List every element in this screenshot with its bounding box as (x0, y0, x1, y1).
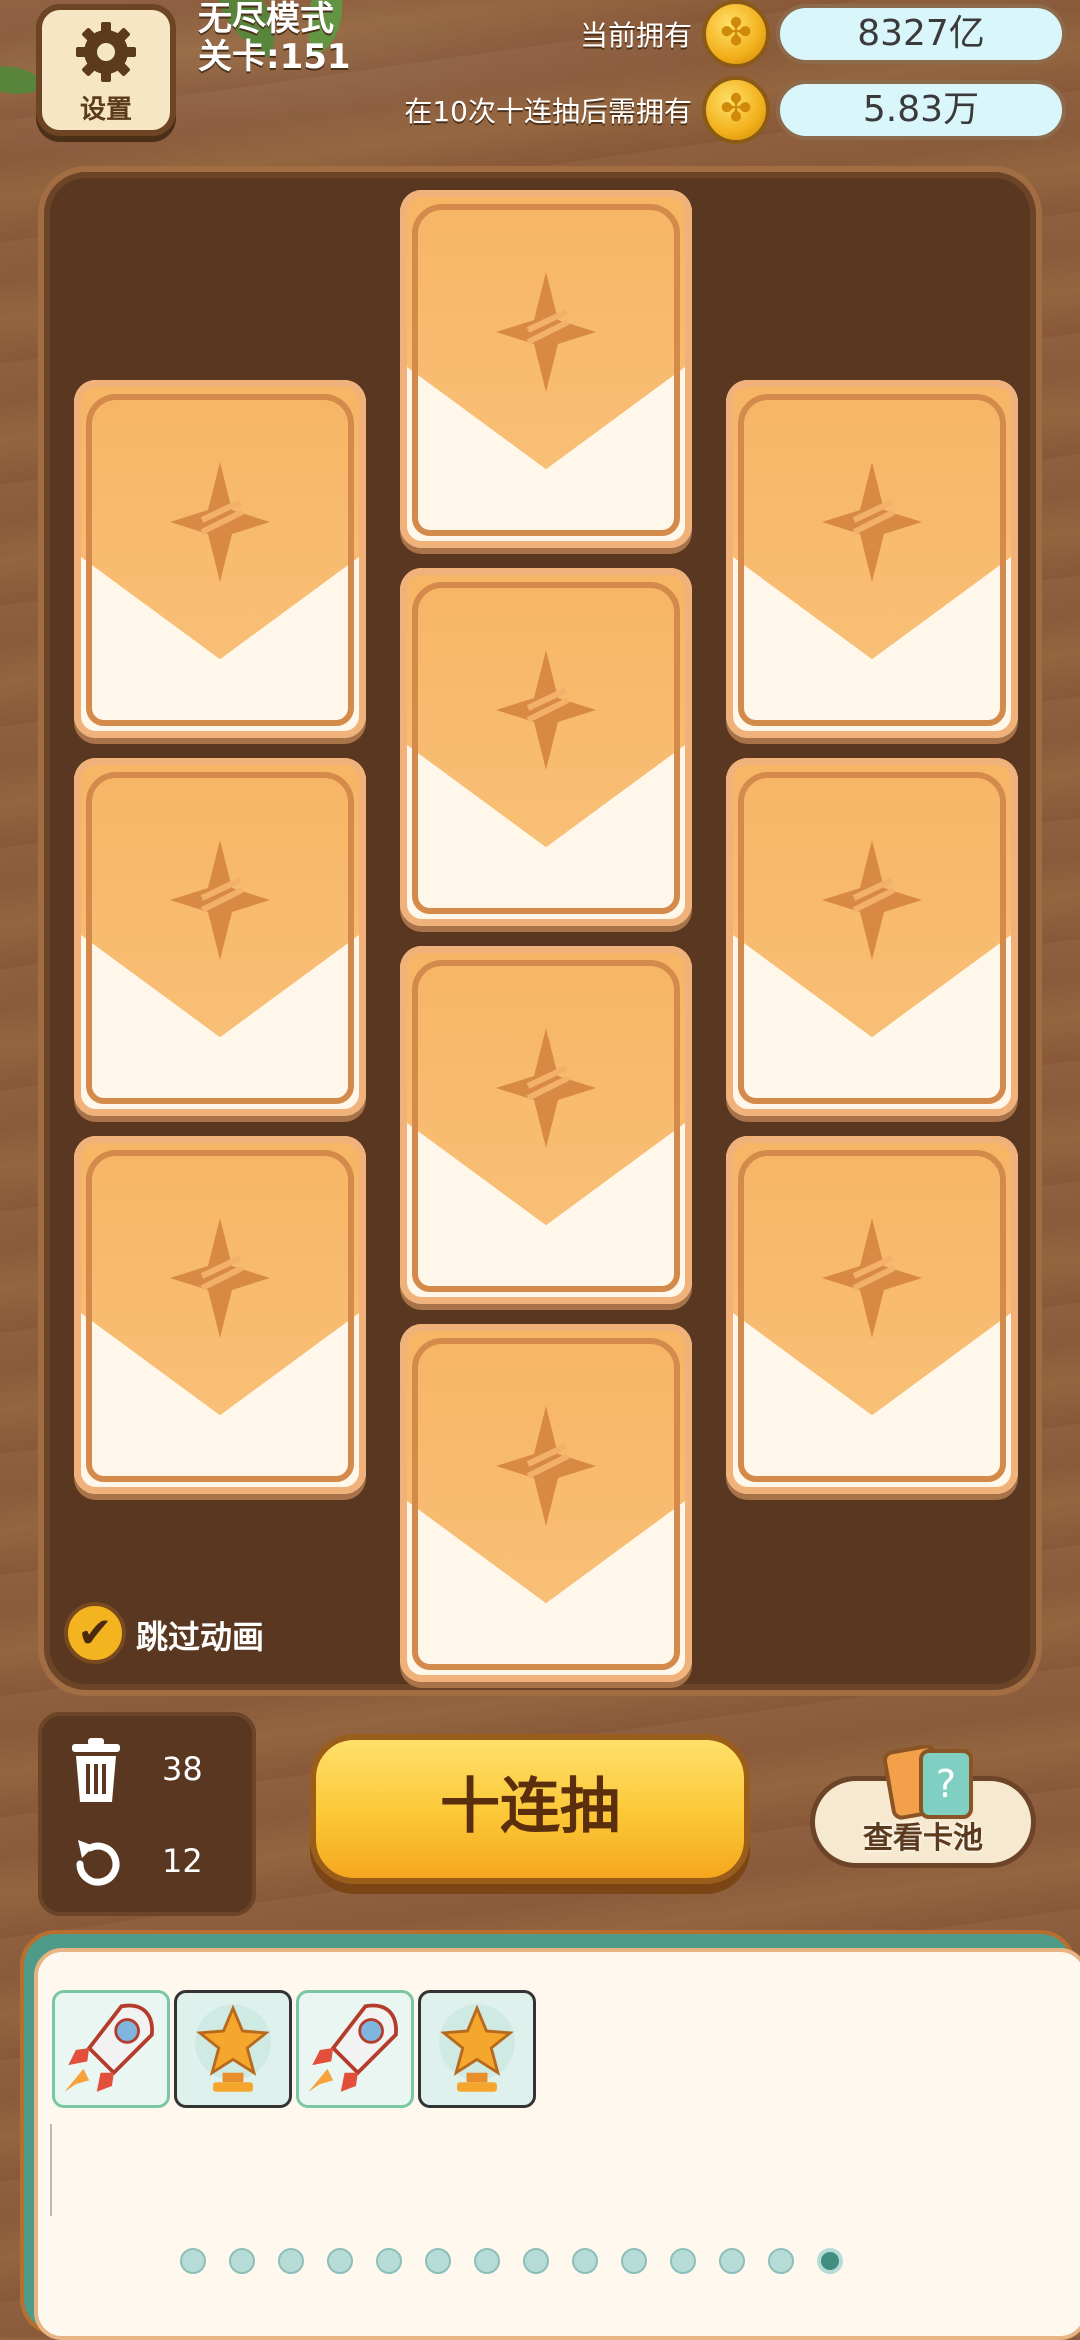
current-coins-value: 8327亿 (776, 4, 1066, 64)
collection-tray (20, 1930, 1080, 2340)
page-dot[interactable] (621, 2248, 647, 2274)
mode-label: 无尽模式 (198, 0, 334, 39)
required-coins-label: 在10次十连抽后需拥有 (404, 95, 692, 128)
star-icon (496, 650, 596, 770)
face-down-card[interactable] (400, 946, 692, 1304)
trash-count: 38 (162, 1750, 203, 1788)
ten-draw-button[interactable]: 十连抽 (310, 1734, 750, 1884)
view-pool-button[interactable]: ? 查看卡池 (810, 1745, 1036, 1868)
face-down-card[interactable] (726, 1136, 1018, 1494)
clover-coin-icon (702, 0, 770, 68)
view-pool-label: 查看卡池 (863, 1821, 983, 1856)
required-coins-value: 5.83万 (776, 80, 1066, 140)
page-dot[interactable] (817, 2248, 843, 2274)
skip-animation-checkbox[interactable]: ✔ (64, 1602, 126, 1664)
page-dot[interactable] (719, 2248, 745, 2274)
face-down-card[interactable] (400, 1324, 692, 1682)
gear-icon (76, 22, 136, 82)
current-coins-label: 当前拥有 (579, 19, 692, 52)
required-coins-row: 在10次十连抽后需拥有 5.83万 (404, 76, 1066, 144)
undo-icon[interactable] (68, 1834, 128, 1894)
settings-button[interactable]: 设置 (36, 4, 176, 136)
tray-item[interactable] (52, 1990, 170, 2108)
page-dot[interactable] (474, 2248, 500, 2274)
page-dot[interactable] (278, 2248, 304, 2274)
level-label: 关卡:151 (198, 37, 351, 77)
clover-coin-icon (702, 76, 770, 144)
face-down-card[interactable] (726, 758, 1018, 1116)
star-trophy-icon (177, 1993, 289, 2109)
svg-text:?: ? (936, 1762, 956, 1806)
page-dot[interactable] (670, 2248, 696, 2274)
face-down-card[interactable] (74, 380, 366, 738)
tray-item[interactable] (174, 1990, 292, 2108)
tray-divider (50, 2124, 52, 2216)
settings-label: 设置 (79, 95, 132, 125)
face-down-card[interactable] (74, 1136, 366, 1494)
tray-item[interactable] (296, 1990, 414, 2108)
page-dot[interactable] (376, 2248, 402, 2274)
star-trophy-icon (421, 1993, 533, 2109)
current-coins-row: 当前拥有 8327亿 (579, 0, 1066, 68)
page-dot[interactable] (425, 2248, 451, 2274)
star-icon (170, 840, 270, 960)
counter-panel: 38 12 (38, 1712, 256, 1916)
face-down-card[interactable] (400, 568, 692, 926)
skip-animation-label: 跳过动画 (136, 1618, 265, 1656)
page-dot[interactable] (229, 2248, 255, 2274)
page-dot[interactable] (180, 2248, 206, 2274)
undo-count: 12 (162, 1842, 203, 1880)
page-dot[interactable] (768, 2248, 794, 2274)
rocket-icon (299, 1993, 411, 2109)
star-icon (496, 272, 596, 392)
page-dot[interactable] (523, 2248, 549, 2274)
tray-item[interactable] (418, 1990, 536, 2108)
page-indicator (180, 2248, 843, 2274)
star-icon (822, 840, 922, 960)
star-icon (496, 1028, 596, 1148)
rocket-icon (55, 1993, 167, 2109)
star-icon (496, 1406, 596, 1526)
star-icon (822, 462, 922, 582)
face-down-card[interactable] (74, 758, 366, 1116)
page-dot[interactable] (327, 2248, 353, 2274)
star-icon (822, 1218, 922, 1338)
trash-icon[interactable] (68, 1736, 124, 1806)
star-icon (170, 1218, 270, 1338)
face-down-card[interactable] (400, 190, 692, 548)
page-dot[interactable] (572, 2248, 598, 2274)
face-down-card[interactable] (726, 380, 1018, 738)
star-icon (170, 462, 270, 582)
